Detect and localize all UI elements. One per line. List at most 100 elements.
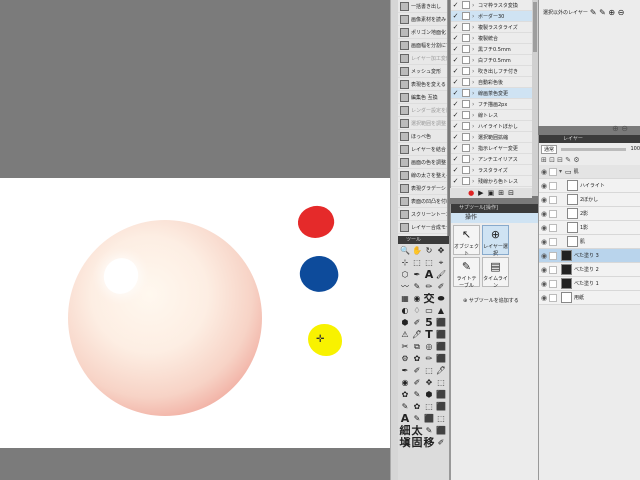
quick-access-item[interactable]: 編集色 互換 — [398, 91, 447, 104]
tool-icon[interactable]: ✿ — [411, 401, 423, 413]
tool-icon[interactable]: ⬛ — [435, 317, 447, 329]
opacity-slider[interactable] — [561, 147, 627, 151]
check-icon[interactable]: ✓ — [451, 34, 460, 42]
action-control-icon[interactable]: ● — [468, 189, 474, 197]
action-control-icon[interactable]: ⊟ — [508, 189, 514, 197]
action-row[interactable]: ✓ › 自動彩色後 — [451, 77, 532, 88]
tool-icon[interactable]: T — [423, 329, 435, 341]
check-icon[interactable]: ✓ — [451, 100, 460, 108]
quick-access-item[interactable]: 画像素材を読み — [398, 13, 447, 26]
tool-icon[interactable]: 固 — [411, 437, 423, 449]
lock-toggle[interactable] — [549, 167, 557, 176]
tool-icon[interactable]: ⬬ — [435, 293, 447, 305]
check-icon[interactable]: ✓ — [451, 23, 460, 31]
quick-access-item[interactable]: 選択範囲を調整 — [398, 117, 447, 130]
eye-icon[interactable]: ◉ — [539, 210, 549, 218]
quick-access-item[interactable]: 一括書き出し — [398, 0, 447, 13]
check-icon[interactable]: ✓ — [451, 1, 460, 9]
action-row[interactable]: ✓ › コマ枠ラスタ変換 — [451, 0, 532, 11]
action-row[interactable]: ✓ › 線トレス — [451, 110, 532, 121]
eye-icon[interactable]: ◉ — [539, 238, 549, 246]
lock-toggle[interactable] — [549, 265, 557, 274]
tool-icon[interactable]: ⬢ — [423, 389, 435, 401]
tool-icon[interactable]: ⊹ — [399, 257, 411, 269]
dialog-toggle-box[interactable] — [462, 166, 470, 174]
tool-icon[interactable]: ◎ — [423, 341, 435, 353]
tool-icon[interactable]: ⬛ — [435, 401, 447, 413]
eye-icon[interactable]: ◉ — [539, 252, 549, 260]
tool-icon[interactable]: 🔍 — [399, 245, 411, 257]
dialog-toggle-box[interactable] — [462, 12, 470, 20]
action-row[interactable]: ✓ › 線画茶色変更 — [451, 88, 532, 99]
dialog-toggle-box[interactable] — [462, 111, 470, 119]
tool-icon[interactable]: ⬛ — [435, 425, 447, 437]
subtool-current[interactable]: 操作 — [451, 213, 538, 223]
dialog-toggle-box[interactable] — [462, 155, 470, 163]
action-row[interactable]: ✓ › ハイライトぼかし — [451, 121, 532, 132]
scroll-thumb[interactable] — [533, 2, 537, 52]
tool-icon[interactable]: ⬛ — [435, 353, 447, 365]
tool-icon[interactable]: ◉ — [411, 293, 423, 305]
tool-icon[interactable]: ⬚ — [423, 257, 435, 269]
action-row[interactable]: ✓ › 吹き出しフチ付き — [451, 66, 532, 77]
layer-row[interactable]: ◉ べた塗り 2 — [539, 263, 640, 277]
quick-access-item[interactable]: ポリゴン地面化 — [398, 26, 447, 39]
tool-icon[interactable]: 5 — [423, 317, 435, 329]
check-icon[interactable]: ✓ — [451, 67, 460, 75]
tool-icon[interactable]: ⬛ — [423, 413, 435, 425]
tool-icon[interactable]: ✏ — [423, 353, 435, 365]
tool-icon[interactable]: ⬡ — [399, 269, 411, 281]
eye-icon[interactable]: ◉ — [539, 196, 549, 204]
tool-icon[interactable]: ✋ — [411, 245, 423, 257]
quick-access-item[interactable]: スクリーントーン — [398, 208, 447, 221]
lock-toggle[interactable] — [549, 209, 557, 218]
tool-icon[interactable]: ✥ — [423, 377, 435, 389]
check-icon[interactable]: ✓ — [451, 56, 460, 64]
tool-icon[interactable]: ⬚ — [423, 365, 435, 377]
tool-icon[interactable]: ◐ — [399, 305, 411, 317]
tool-icon[interactable]: 🖌 — [435, 269, 447, 281]
eye-icon[interactable]: ◉ — [539, 168, 549, 176]
tool-icon[interactable]: ⚙ — [399, 353, 411, 365]
tool-icon[interactable]: ◉ — [399, 377, 411, 389]
action-row[interactable]: ✓ › 指示レイヤー変更 — [451, 143, 532, 154]
layer-row[interactable]: ◉ べた塗り 3 — [539, 249, 640, 263]
action-control-icon[interactable]: ▣ — [488, 189, 495, 197]
check-icon[interactable]: ✓ — [451, 111, 460, 119]
tool-icon[interactable]: ✎ — [411, 413, 423, 425]
action-row[interactable]: ✓ › アンチエイリアス — [451, 154, 532, 165]
tool-icon[interactable]: 細 — [399, 425, 411, 437]
dialog-toggle-box[interactable] — [462, 122, 470, 130]
dialog-toggle-box[interactable] — [462, 89, 470, 97]
dialog-toggle-box[interactable] — [462, 144, 470, 152]
check-icon[interactable]: ✓ — [451, 144, 460, 152]
tool-icon[interactable]: A — [399, 413, 411, 425]
tool-icon[interactable]: ✒ — [411, 269, 423, 281]
tool-icon[interactable]: 塡 — [399, 437, 411, 449]
tool-icon[interactable]: ✐ — [411, 377, 423, 389]
dialog-toggle-box[interactable] — [462, 67, 470, 75]
quick-access-item[interactable]: ほっぺ色 — [398, 130, 447, 143]
layer-row[interactable]: ◉ 2影 — [539, 207, 640, 221]
lock-toggle[interactable] — [549, 223, 557, 232]
layer-row[interactable]: ◉ 用紙 — [539, 291, 640, 305]
eye-icon[interactable]: ◉ — [539, 266, 549, 274]
action-control-icon[interactable]: ⊞ — [498, 189, 504, 197]
tool-icon[interactable]: ⚠ — [399, 329, 411, 341]
lock-toggle[interactable] — [549, 195, 557, 204]
lock-toggle[interactable] — [549, 251, 557, 260]
tool-icon[interactable]: ▦ — [399, 293, 411, 305]
action-row[interactable]: ✓ › 黒フチ0.5mm — [451, 44, 532, 55]
quick-access-item[interactable]: 表面の凹凸を付ける — [398, 195, 447, 208]
tool-icon[interactable]: ↻ — [423, 245, 435, 257]
eye-icon[interactable]: ◉ — [539, 224, 549, 232]
dialog-toggle-box[interactable] — [462, 45, 470, 53]
layer-folder[interactable]: ◉ ▾ ▭ 肌 — [539, 165, 640, 179]
dialog-toggle-box[interactable] — [462, 23, 470, 31]
action-row[interactable]: ✓ › ボーダー30 — [451, 11, 532, 22]
lock-toggle[interactable] — [549, 279, 557, 288]
layer-row[interactable]: ◉ 2ぼかし — [539, 193, 640, 207]
paper-canvas[interactable]: ✛ — [0, 178, 390, 448]
lock-toggle[interactable] — [549, 237, 557, 246]
tool-icon[interactable]: ✎ — [399, 401, 411, 413]
